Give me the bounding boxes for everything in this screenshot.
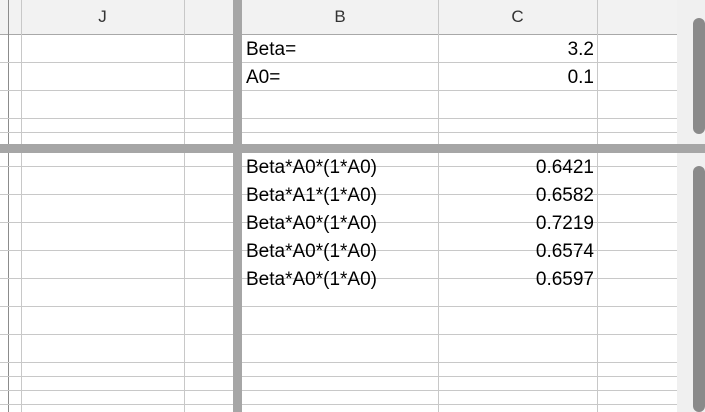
spreadsheet-grid[interactable]: J B C Beta= 3.2 A0= 0.1 Beta*A0*(1*A0) 0…: [0, 0, 705, 412]
cell-c-result-5[interactable]: 0.6597: [440, 265, 594, 293]
cell-b-formula-1[interactable]: Beta*A0*(1*A0): [246, 153, 436, 181]
scrollbar-thumb-top[interactable]: [693, 18, 705, 134]
cell-c-result-1[interactable]: 0.6421: [440, 153, 594, 181]
cell-c-beta-value[interactable]: 3.2: [440, 35, 594, 63]
freeze-split-vertical[interactable]: [233, 0, 242, 412]
gridline-h: [0, 306, 677, 307]
column-header-c[interactable]: C: [438, 0, 597, 35]
freeze-split-horizontal[interactable]: [0, 144, 705, 153]
gridline-h: [0, 132, 677, 133]
cell-b-beta-label[interactable]: Beta=: [246, 35, 436, 63]
cell-c-a0-value[interactable]: 0.1: [440, 63, 594, 91]
column-header-j[interactable]: J: [21, 0, 184, 35]
scrollbar-thumb-bottom[interactable]: [693, 166, 705, 412]
gridline-h: [0, 334, 677, 335]
cell-b-formula-2[interactable]: Beta*A1*(1*A0): [246, 181, 436, 209]
gridline-h: [0, 404, 677, 405]
cell-c-result-4[interactable]: 0.6574: [440, 237, 594, 265]
column-header-b[interactable]: B: [242, 0, 438, 35]
cell-c-result-3[interactable]: 0.7219: [440, 209, 594, 237]
cell-c-result-2[interactable]: 0.6582: [440, 181, 594, 209]
column-header-blank-right[interactable]: [597, 0, 677, 35]
cell-b-formula-5[interactable]: Beta*A0*(1*A0): [246, 265, 436, 293]
gridline-h: [0, 376, 677, 377]
column-header-blank-mid[interactable]: [184, 0, 233, 35]
column-header-blank-left[interactable]: [0, 0, 21, 35]
gridline-h: [0, 362, 677, 363]
gridline-h: [0, 118, 677, 119]
cell-b-a0-label[interactable]: A0=: [246, 63, 436, 91]
cell-b-formula-4[interactable]: Beta*A0*(1*A0): [246, 237, 436, 265]
cell-b-formula-3[interactable]: Beta*A0*(1*A0): [246, 209, 436, 237]
gridline-h: [0, 390, 677, 391]
